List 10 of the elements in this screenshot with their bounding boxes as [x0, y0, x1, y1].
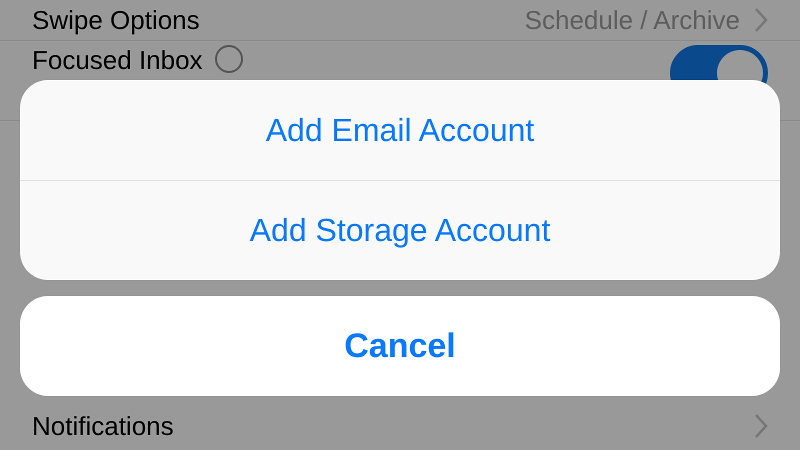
row-label: Swipe Options — [32, 4, 200, 36]
chevron-icon — [754, 413, 768, 439]
info-icon[interactable] — [214, 45, 243, 73]
row-label: Notifications — [32, 410, 174, 442]
chevron-icon — [754, 7, 768, 33]
action-button[interactable]: Add Storage Account — [20, 180, 780, 280]
row-value: Schedule / Archive — [524, 4, 740, 36]
cancel-button[interactable]: Cancel — [20, 296, 780, 396]
action-button[interactable]: Add Email Account — [20, 80, 780, 180]
row-label: Focused Inbox — [32, 45, 203, 76]
